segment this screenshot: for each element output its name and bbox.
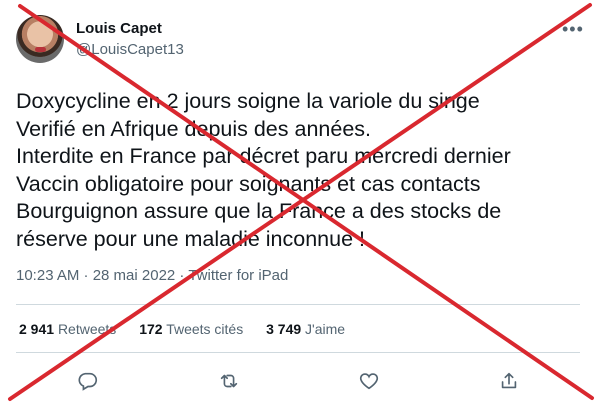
more-icon[interactable]: ••• xyxy=(562,20,584,38)
like-icon[interactable] xyxy=(358,370,380,392)
tweet-line: Vaccin obligatoire pour soignants et cas… xyxy=(16,171,481,196)
quotes-count: 172 xyxy=(139,321,163,337)
likes-label: J'aime xyxy=(305,321,346,337)
likes-count: 3 749 xyxy=(266,321,302,337)
timestamp[interactable]: 10:23 AM · 28 mai 2022 · xyxy=(16,267,188,284)
quotes-label: Tweets cités xyxy=(166,321,244,337)
retweets-count: 2 941 xyxy=(19,321,55,337)
author-name[interactable]: Louis Capet xyxy=(76,20,162,37)
tweet-card: Louis Capet @LouisCapet13 ••• Doxycyclin… xyxy=(0,0,596,403)
source-link[interactable]: Twitter for iPad xyxy=(188,267,288,284)
tweet-line: Verifié en Afrique depuis des années. xyxy=(16,116,372,141)
share-icon[interactable] xyxy=(498,370,520,392)
author-handle[interactable]: @LouisCapet13 xyxy=(76,41,184,58)
tweet-line: Bourguignon assure que la France a des s… xyxy=(16,199,502,223)
divider xyxy=(16,304,580,305)
tweet-text: Doxycycline en 2 jours soigne la variole… xyxy=(16,88,576,253)
tweet-line: réserve pour une maladie inconnue ! xyxy=(16,226,365,251)
likes-stat[interactable]: 3 749 J'aime xyxy=(266,321,345,337)
tweet-line: Interdite en France par décret paru merc… xyxy=(16,144,511,168)
tweet-meta: 10:23 AM · 28 mai 2022 · Twitter for iPa… xyxy=(16,267,288,284)
quotes-stat[interactable]: 172 Tweets cités xyxy=(139,321,243,337)
tweet-line: Doxycycline en 2 jours soigne la variole… xyxy=(16,89,480,113)
avatar[interactable] xyxy=(16,15,64,63)
retweet-icon[interactable] xyxy=(218,370,240,392)
reply-icon[interactable] xyxy=(77,370,99,392)
action-bar xyxy=(0,366,596,394)
engagement-stats: 2 941 Retweets 172 Tweets cités 3 749 J'… xyxy=(19,321,364,337)
retweets-label: Retweets xyxy=(57,321,117,337)
divider xyxy=(16,352,580,353)
retweets-stat[interactable]: 2 941 Retweets xyxy=(19,321,116,337)
